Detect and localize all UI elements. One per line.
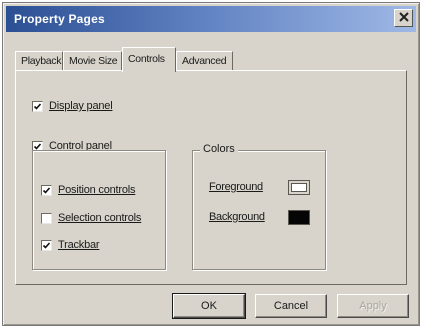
property-pages-dialog: Property Pages Playback Movie Size Contr… [2,2,420,326]
foreground-label: Foreground [209,181,263,193]
foreground-row: Foreground [209,181,263,193]
apply-button[interactable]: Apply [337,294,409,318]
selection-controls-option[interactable]: Selection controls [41,212,141,224]
trackbar-label: Trackbar [58,239,100,251]
position-controls-option[interactable]: Position controls [41,184,136,196]
display-panel-option[interactable]: Display panel [32,100,113,112]
checkmark-icon [42,186,51,194]
foreground-color-button[interactable] [288,180,310,195]
close-icon [398,11,409,25]
close-button[interactable] [394,9,413,27]
checkmark-icon [42,241,51,249]
title-bar[interactable]: Property Pages [6,6,416,32]
position-controls-checkbox[interactable] [41,184,52,196]
background-color-button[interactable] [288,210,310,225]
ok-button[interactable]: OK [172,293,246,319]
tab-movie-size[interactable]: Movie Size [63,51,122,71]
colors-group-title: Colors [200,143,238,155]
background-row: Background [209,211,265,223]
trackbar-checkbox[interactable] [41,239,52,251]
tab-playback[interactable]: Playback [15,51,63,71]
checkmark-icon [33,102,42,110]
controls-tab-panel: Display panel Control panel Position con… [15,70,407,285]
tab-strip: Playback Movie Size Controls Advanced [15,47,407,72]
window-title: Property Pages [14,12,105,26]
tab-controls[interactable]: Controls [122,47,176,72]
cancel-button[interactable]: Cancel [255,294,327,318]
selection-controls-label: Selection controls [58,212,142,224]
background-label: Background [209,211,265,223]
display-panel-checkbox[interactable] [32,100,43,112]
position-controls-label: Position controls [58,184,136,196]
control-panel-group: Position controls Selection controls Tra… [32,150,166,270]
selection-controls-checkbox[interactable] [41,212,52,224]
trackbar-option[interactable]: Trackbar [41,239,100,251]
colors-group: Colors Foreground Background [192,143,326,270]
display-panel-label: Display panel [49,100,113,112]
tab-advanced[interactable]: Advanced [176,51,233,71]
